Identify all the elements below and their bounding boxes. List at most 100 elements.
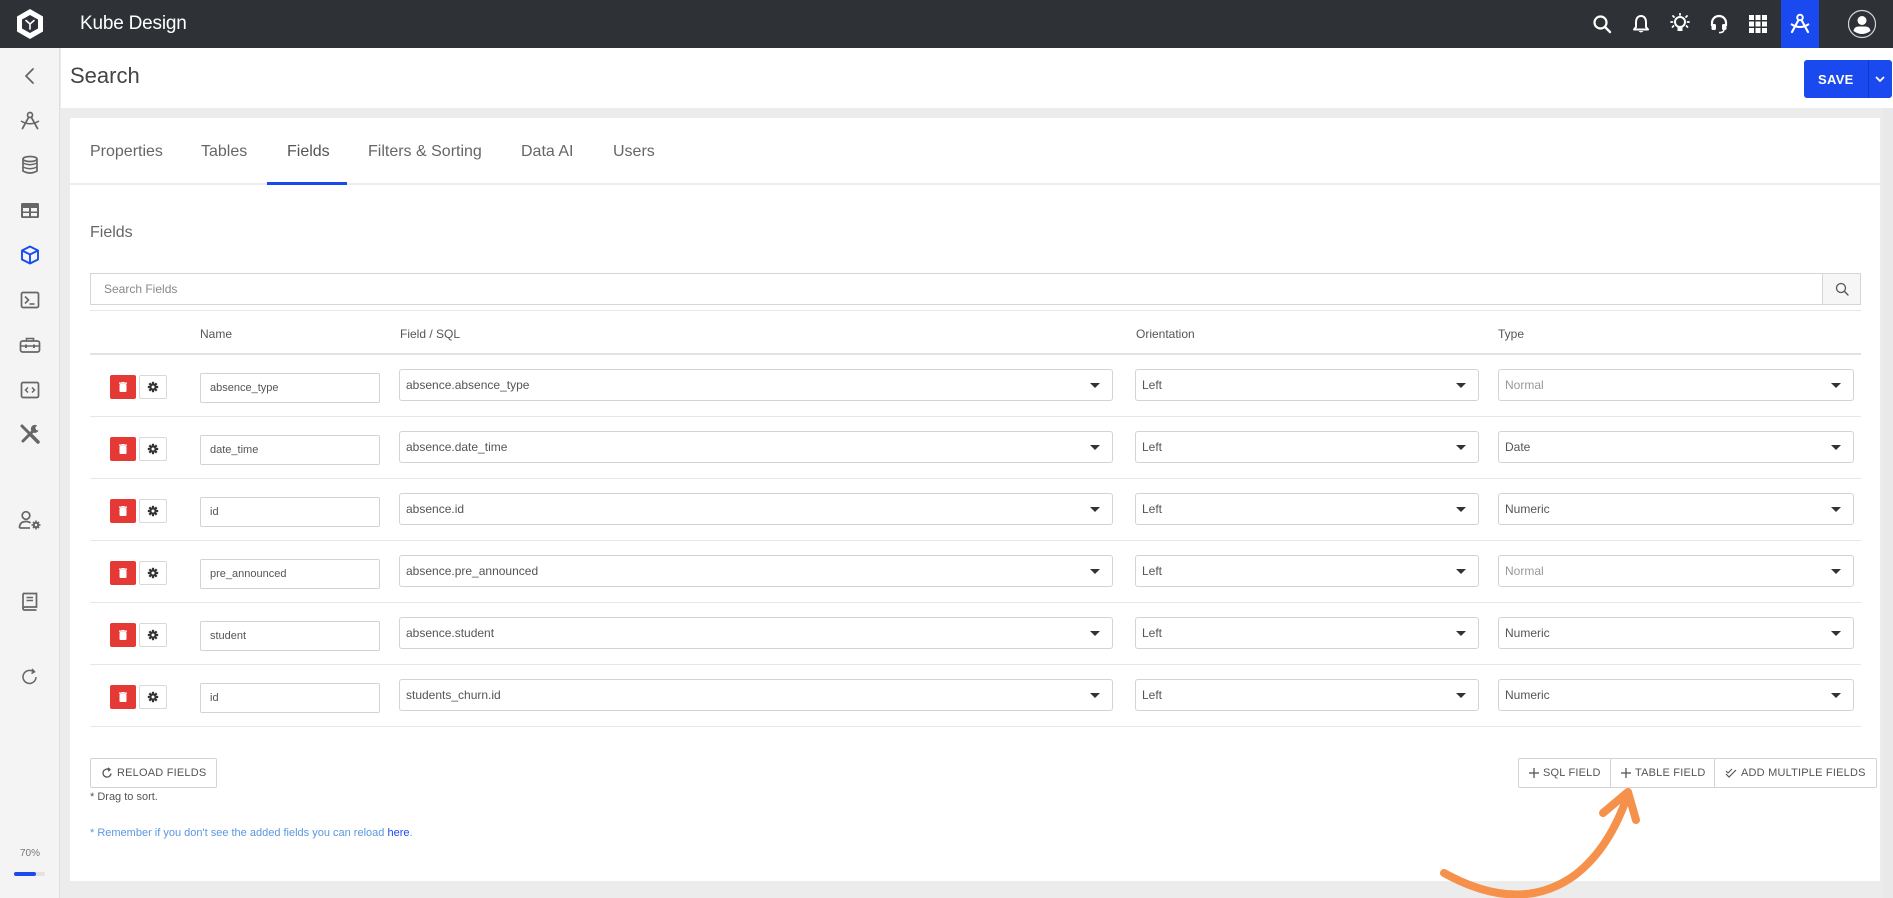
- compass-design-icon[interactable]: [1781, 0, 1819, 48]
- delete-field-button[interactable]: [110, 437, 136, 461]
- type-select[interactable]: Numeric: [1498, 617, 1854, 649]
- field-name-input[interactable]: [200, 559, 380, 589]
- type-select[interactable]: Normal: [1498, 369, 1854, 401]
- reload-fields-button[interactable]: RELOAD FIELDS: [90, 758, 218, 788]
- delete-field-button[interactable]: [110, 561, 136, 585]
- compass-icon[interactable]: [0, 101, 60, 141]
- field-row[interactable]: absence.student Left Numeric: [90, 603, 1861, 665]
- trash-icon: [119, 692, 127, 702]
- field-name-input[interactable]: [200, 683, 380, 713]
- field-name-input[interactable]: [200, 497, 380, 527]
- field-sql-select[interactable]: absence.date_time: [399, 431, 1113, 463]
- caret-down-icon: [1831, 631, 1841, 636]
- gear-icon: [147, 691, 159, 703]
- type-select[interactable]: Numeric: [1498, 493, 1854, 525]
- type-select[interactable]: Date: [1498, 431, 1854, 463]
- refresh-icon[interactable]: [0, 657, 60, 697]
- drag-to-sort-note: * Drag to sort.: [90, 791, 158, 803]
- tab-tables[interactable]: Tables: [201, 118, 247, 185]
- headset-icon[interactable]: [1699, 0, 1738, 48]
- terminal-icon[interactable]: [0, 280, 60, 320]
- table-icon[interactable]: [0, 190, 60, 230]
- orientation-select[interactable]: Left: [1135, 369, 1479, 401]
- field-settings-button[interactable]: [139, 685, 167, 709]
- field-sql-select[interactable]: absence.absence_type: [399, 369, 1113, 401]
- field-sql-value: absence.date_time: [406, 440, 508, 454]
- field-row[interactable]: absence.absence_type Left Normal: [90, 355, 1861, 417]
- caret-down-icon: [1090, 631, 1100, 636]
- top-header: Kube Design: [0, 0, 1893, 48]
- reminder-end: .: [409, 827, 413, 839]
- bell-icon[interactable]: [1621, 0, 1660, 48]
- search-fields-input[interactable]: [91, 274, 1822, 304]
- cube-icon[interactable]: [0, 235, 60, 275]
- tab-users[interactable]: Users: [613, 118, 655, 185]
- field-row[interactable]: absence.pre_announced Left Normal: [90, 541, 1861, 603]
- user-avatar-icon[interactable]: [1831, 0, 1893, 48]
- delete-field-button[interactable]: [110, 499, 136, 523]
- type-select[interactable]: Numeric: [1498, 679, 1854, 711]
- type-select[interactable]: Normal: [1498, 555, 1854, 587]
- add-multiple-fields-button[interactable]: ADD MULTIPLE FIELDS: [1714, 758, 1877, 788]
- wrench-screwdriver-icon[interactable]: [0, 414, 60, 454]
- reload-here-link[interactable]: here: [387, 827, 409, 839]
- add-sql-field-button[interactable]: SQL FIELD: [1518, 758, 1612, 788]
- field-sql-select[interactable]: students_churn.id: [399, 679, 1113, 711]
- field-sql-select[interactable]: absence.id: [399, 493, 1113, 525]
- save-options-chevron-down-icon[interactable]: [1867, 60, 1892, 98]
- field-settings-button[interactable]: [139, 375, 167, 399]
- orientation-select[interactable]: Left: [1135, 617, 1479, 649]
- field-settings-button[interactable]: [139, 499, 167, 523]
- orientation-value: Left: [1142, 626, 1163, 640]
- orientation-value: Left: [1142, 502, 1163, 516]
- trash-icon: [119, 382, 127, 392]
- kube-logo-icon[interactable]: [0, 0, 60, 48]
- orientation-select[interactable]: Left: [1135, 555, 1479, 587]
- field-row[interactable]: absence.date_time Left Date: [90, 417, 1861, 479]
- save-button[interactable]: SAVE: [1804, 60, 1868, 98]
- tab-data-ai[interactable]: Data AI: [521, 118, 573, 185]
- gear-icon: [147, 443, 159, 455]
- add-table-field-button[interactable]: TABLE FIELD: [1610, 758, 1717, 788]
- tab-filters-sorting[interactable]: Filters & Sorting: [368, 118, 482, 185]
- caret-down-icon: [1456, 445, 1466, 450]
- apps-grid-icon[interactable]: [1738, 0, 1777, 48]
- field-settings-button[interactable]: [139, 623, 167, 647]
- sidebar: 70%: [0, 48, 60, 898]
- orientation-select[interactable]: Left: [1135, 493, 1479, 525]
- field-sql-select[interactable]: absence.student: [399, 617, 1113, 649]
- database-icon[interactable]: [0, 145, 60, 185]
- field-name-input[interactable]: [200, 621, 380, 651]
- page-scrollbar[interactable]: [1883, 108, 1893, 898]
- zoom-level-label: 70%: [19, 848, 40, 859]
- tab-properties[interactable]: Properties: [90, 118, 163, 185]
- book-icon[interactable]: [0, 581, 60, 621]
- delete-field-button[interactable]: [110, 685, 136, 709]
- delete-field-button[interactable]: [110, 375, 136, 399]
- toolbox-icon[interactable]: [0, 325, 60, 365]
- field-name-input[interactable]: [200, 373, 380, 403]
- trash-icon: [119, 568, 127, 578]
- back-icon[interactable]: [0, 56, 60, 96]
- tab-fields[interactable]: Fields: [287, 118, 330, 185]
- type-value: Numeric: [1505, 688, 1550, 702]
- orientation-select[interactable]: Left: [1135, 679, 1479, 711]
- field-row[interactable]: absence.id Left Numeric: [90, 479, 1861, 541]
- delete-field-button[interactable]: [110, 623, 136, 647]
- field-row[interactable]: students_churn.id Left Numeric: [90, 665, 1861, 727]
- user-settings-icon[interactable]: [0, 500, 60, 540]
- field-sql-select[interactable]: absence.pre_announced: [399, 555, 1113, 587]
- field-settings-button[interactable]: [139, 437, 167, 461]
- field-name-input[interactable]: [200, 435, 380, 465]
- caret-down-icon: [1831, 445, 1841, 450]
- caret-down-icon: [1456, 507, 1466, 512]
- caret-down-icon: [1456, 383, 1466, 388]
- search-icon[interactable]: [1582, 0, 1621, 48]
- orientation-value: Left: [1142, 378, 1163, 392]
- field-settings-button[interactable]: [139, 561, 167, 585]
- search-icon[interactable]: [1822, 274, 1860, 304]
- orientation-select[interactable]: Left: [1135, 431, 1479, 463]
- field-sql-value: absence.student: [406, 626, 495, 640]
- code-icon[interactable]: [0, 370, 60, 410]
- lightbulb-icon[interactable]: [1660, 0, 1699, 48]
